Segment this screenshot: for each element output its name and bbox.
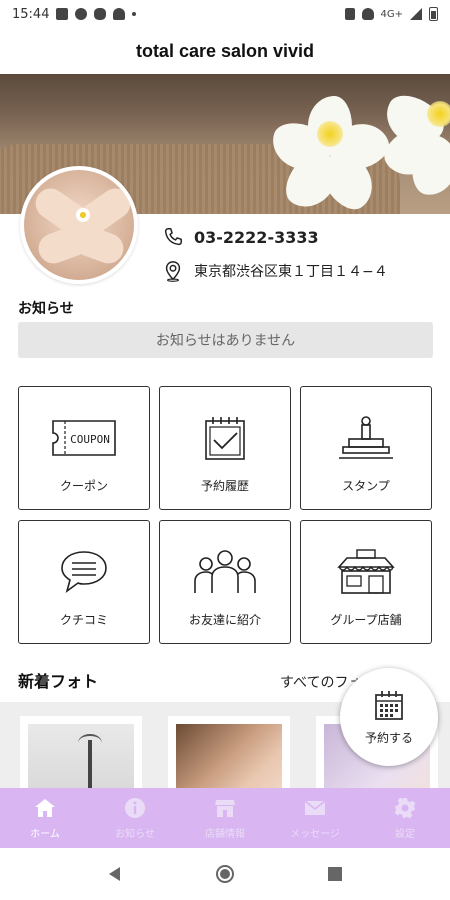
battery-icon <box>429 7 438 21</box>
refer-friend-tile[interactable]: お友達に紹介 <box>159 520 291 644</box>
phone-icon <box>164 228 182 246</box>
app-title: total care salon vivid <box>135 40 315 61</box>
nav-label-notices: お知らせ <box>115 829 155 840</box>
gear-icon <box>394 797 416 819</box>
tile-label-coupon: クーポン <box>59 479 108 493</box>
mute-icon <box>361 8 374 20</box>
tile-label-stamp: スタンプ <box>342 479 390 493</box>
photo-image <box>28 724 134 788</box>
account-notification-icon <box>113 8 126 20</box>
nav-notices[interactable]: お知らせ <box>90 796 180 840</box>
nav-settings[interactable]: 設定 <box>360 796 450 840</box>
calendar-icon <box>375 690 403 720</box>
menu-grid: COUPON クーポン 予約履歴 スタンプ クチコミ お友達に紹介 グループ店舗 <box>18 386 433 644</box>
more-notifications-icon <box>132 12 137 16</box>
group-stores-tile[interactable]: グループ店舗 <box>300 520 432 644</box>
store-icon <box>337 549 395 594</box>
system-nav-bar <box>0 848 450 900</box>
photos-heading: 新着フォト <box>18 672 99 691</box>
tile-label-review: クチコミ <box>59 613 108 627</box>
phone-number[interactable]: 03-2222-3333 <box>194 228 319 247</box>
recents-icon[interactable] <box>325 864 345 884</box>
signal-icon <box>410 8 422 20</box>
reserve-button[interactable]: 予約する <box>340 668 438 766</box>
nav-messages[interactable]: メッセージ <box>270 796 360 840</box>
photo-card[interactable] <box>20 716 142 788</box>
speech-bubble-icon <box>61 551 107 593</box>
nav-label-shop-info: 店舗情報 <box>205 829 245 840</box>
mail-icon <box>304 800 326 815</box>
status-time: 15:44 <box>12 6 50 22</box>
chat-notification-icon <box>75 8 88 20</box>
coupon-tile[interactable]: COUPON クーポン <box>18 386 150 510</box>
back-icon[interactable] <box>105 864 125 884</box>
stamp-tile[interactable]: スタンプ <box>300 386 432 510</box>
network-type: 4G+ <box>380 8 404 20</box>
salon-avatar <box>20 166 138 284</box>
status-right: 4G+ <box>344 7 438 21</box>
address-row[interactable]: 東京都渋谷区東１丁目１４−４ <box>162 260 388 282</box>
nav-home[interactable]: ホーム <box>0 796 90 840</box>
bottom-nav: ホーム お知らせ 店舗情報 メッセージ 設定 <box>0 788 450 848</box>
coupon-icon: COUPON <box>52 420 116 456</box>
phone-row[interactable]: 03-2222-3333 <box>162 226 319 248</box>
review-tile[interactable]: クチコミ <box>18 520 150 644</box>
nav-label-settings: 設定 <box>395 829 415 840</box>
home-circle-icon[interactable] <box>215 864 235 884</box>
nav-label-home: ホーム <box>30 829 60 840</box>
calendar-check-icon <box>205 417 245 460</box>
photo-image <box>176 724 282 788</box>
home-icon <box>35 799 55 817</box>
notice-heading: お知らせ <box>18 301 74 317</box>
vibrate-icon <box>344 8 355 20</box>
map-pin-icon <box>165 261 181 282</box>
nav-label-messages: メッセージ <box>290 829 340 840</box>
info-icon <box>125 798 145 818</box>
reserve-label: 予約する <box>364 730 413 745</box>
photo-card[interactable] <box>168 716 290 788</box>
shop-icon <box>215 800 235 817</box>
status-left: 15:44 <box>12 6 137 22</box>
daisy-icon <box>76 208 90 222</box>
people-icon <box>194 550 256 593</box>
reservation-history-tile[interactable]: 予約履歴 <box>159 386 291 510</box>
tile-label-group-stores: グループ店舗 <box>330 613 402 627</box>
stamp-icon <box>339 416 393 459</box>
gallery-notification-icon <box>56 8 69 20</box>
line-notification-icon <box>94 8 107 20</box>
coupon-icon-text: COUPON <box>70 433 110 446</box>
address-text[interactable]: 東京都渋谷区東１丁目１４−４ <box>194 261 388 281</box>
tile-label-refer-friend: お友達に紹介 <box>188 613 261 627</box>
tile-label-reservation-history: 予約履歴 <box>200 479 249 493</box>
notice-empty-box: お知らせはありません <box>18 322 433 358</box>
status-bar: 15:44 4G+ <box>0 0 450 28</box>
nav-shop-info[interactable]: 店舗情報 <box>180 796 270 840</box>
